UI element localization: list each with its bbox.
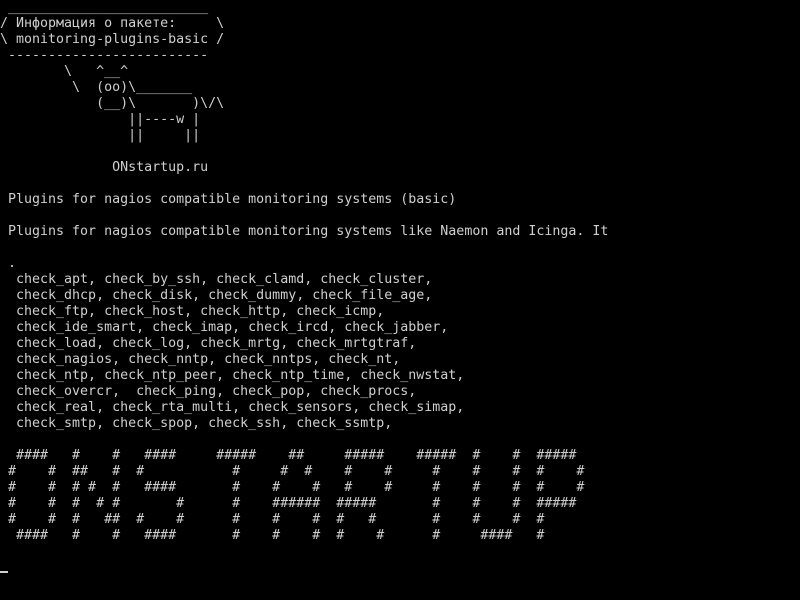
- onstartup-banner-art: #### # # #### ##### ## ##### ##### # # #…: [8, 448, 585, 543]
- terminal-screen: _________________________ / Информация о…: [0, 0, 800, 600]
- package-description-text: Plugins for nagios compatible monitoring…: [0, 224, 609, 239]
- terminal-cursor: [0, 571, 8, 573]
- plugins-list-text: . check_apt, check_by_ssh, check_clamd, …: [8, 256, 465, 431]
- cowsay-package-info-art: _________________________ / Информация о…: [0, 0, 225, 175]
- package-summary-text: Plugins for nagios compatible monitoring…: [0, 192, 457, 207]
